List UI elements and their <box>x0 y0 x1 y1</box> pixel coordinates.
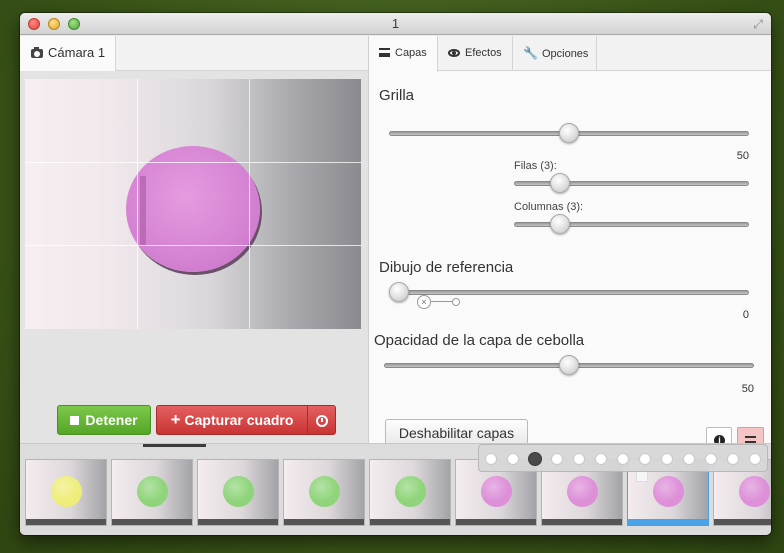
onion-skin-dot[interactable] <box>749 453 761 465</box>
tab-opciones[interactable]: 🔧 Opciones <box>513 36 597 71</box>
frame-thumbnail-subject <box>481 476 512 507</box>
film-frame[interactable] <box>111 459 193 526</box>
frame-thumbnail-subject <box>653 476 684 507</box>
plus-icon: + <box>170 410 181 429</box>
onion-skin-dot[interactable] <box>528 452 542 466</box>
capture-frame-label: Capturar cuadro <box>184 412 294 428</box>
handle-icon[interactable] <box>452 298 460 306</box>
title-bar: 1 ⤢ <box>20 13 771 35</box>
onion-skin-dot[interactable] <box>507 453 519 465</box>
onion-skin-dot[interactable] <box>485 453 497 465</box>
onion-skin-dot[interactable] <box>705 453 717 465</box>
reference-slider-thumb[interactable] <box>389 282 409 302</box>
rows-label: Filas (3): <box>514 160 557 172</box>
columns-label: Columnas (3): <box>514 201 584 213</box>
tab-efectos[interactable]: Efectos <box>438 36 513 71</box>
film-frame[interactable] <box>283 459 365 526</box>
camera-tab-strip <box>116 36 368 71</box>
frame-status-bar <box>542 519 622 525</box>
reference-value: 0 <box>742 309 749 321</box>
film-frame[interactable] <box>369 459 451 526</box>
reference-label: Dibujo de referencia <box>379 259 514 276</box>
capture-frame-group: + Capturar cuadro <box>156 405 336 435</box>
stop-button-label: Detener <box>85 412 138 428</box>
tab-capas[interactable]: Capas <box>369 36 438 72</box>
onion-label: Opacidad de la capa de cebolla <box>374 332 585 349</box>
onion-skin-frame-selector <box>478 444 768 472</box>
frame-status-bar <box>370 519 450 525</box>
onion-skin-dot[interactable] <box>573 453 585 465</box>
reference-clear-control[interactable]: × <box>417 295 467 309</box>
film-frame[interactable] <box>197 459 279 526</box>
stop-icon <box>70 416 80 425</box>
settings-tabs: Capas Efectos 🔧 Opciones <box>369 36 771 72</box>
frame-thumbnail-subject <box>739 476 770 507</box>
onion-skin-dot[interactable] <box>683 453 695 465</box>
clock-icon <box>316 415 328 427</box>
frame-status-bar <box>628 519 708 525</box>
frame-status-bar <box>198 519 278 525</box>
tab-opciones-label: Opciones <box>541 48 589 60</box>
frame-status-bar <box>456 519 536 525</box>
frame-thumbnail-subject <box>309 476 340 507</box>
onion-skin-dot[interactable] <box>639 453 651 465</box>
fullscreen-icon[interactable]: ⤢ <box>751 17 765 31</box>
list-icon <box>379 48 390 57</box>
grid-line-horizontal <box>25 245 361 246</box>
capture-frame-button[interactable]: + Capturar cuadro <box>157 406 307 434</box>
camera-tab-label: Cámara 1 <box>48 45 106 60</box>
rows-slider-thumb[interactable] <box>550 173 570 193</box>
grid-slider-thumb[interactable] <box>559 123 579 143</box>
frame-status-bar <box>284 519 364 525</box>
timer-button[interactable] <box>308 406 336 434</box>
grid-value: 50 <box>736 150 749 162</box>
grid-label: Grilla <box>379 87 415 104</box>
grid-line-vertical <box>249 79 250 329</box>
frame-thumbnail-subject <box>51 476 82 507</box>
frame-thumbnail-subject <box>223 476 254 507</box>
connector-line <box>431 301 453 302</box>
grid-line-horizontal <box>25 162 361 163</box>
preview-subject <box>126 146 260 272</box>
playhead-marker <box>143 444 206 447</box>
tab-efectos-label: Efectos <box>465 47 502 59</box>
onion-value: 50 <box>741 383 754 395</box>
eye-icon <box>448 49 460 57</box>
tab-capas-label: Capas <box>395 47 427 59</box>
window-title: 1 <box>391 16 400 31</box>
camera-panel: Cámara 1 Detener + Capturar cuadro <box>20 36 368 443</box>
settings-panel: Capas Efectos 🔧 Opciones Grilla 50 Filas … <box>368 36 771 453</box>
onion-skin-dot[interactable] <box>595 453 607 465</box>
camera-icon <box>31 47 43 58</box>
camera-tab[interactable]: Cámara 1 <box>20 36 116 71</box>
wrench-icon: 🔧 <box>523 46 538 60</box>
frame-status-bar <box>26 519 106 525</box>
onion-skin-dot[interactable] <box>727 453 739 465</box>
film-frame[interactable] <box>25 459 107 526</box>
onion-skin-dot[interactable] <box>661 453 673 465</box>
onion-skin-dot[interactable] <box>617 453 629 465</box>
frame-status-bar <box>714 519 771 525</box>
onion-slider-thumb[interactable] <box>559 355 579 375</box>
clear-icon[interactable]: × <box>417 295 431 309</box>
frame-thumbnail-subject <box>567 476 598 507</box>
frame-thumbnail-subject <box>395 476 426 507</box>
frame-thumbnail-subject <box>137 476 168 507</box>
frame-status-bar <box>112 519 192 525</box>
columns-slider-thumb[interactable] <box>550 214 570 234</box>
camera-preview[interactable] <box>25 79 361 329</box>
stop-button[interactable]: Detener <box>57 405 151 435</box>
grid-line-vertical <box>137 79 138 329</box>
onion-skin-dot[interactable] <box>551 453 563 465</box>
